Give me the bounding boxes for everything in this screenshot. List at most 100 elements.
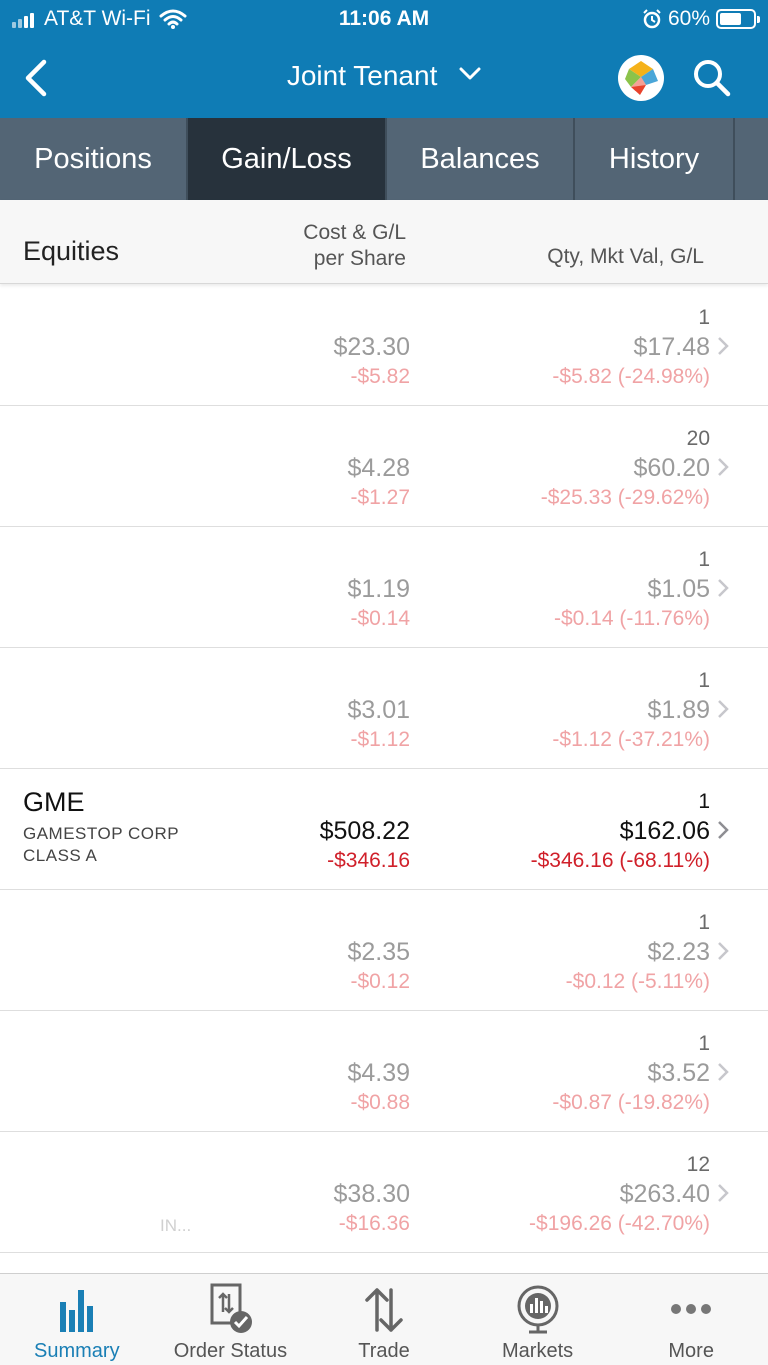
- quantity: 1: [698, 1032, 710, 1055]
- total-gain-loss: -$0.14 (-11.76%): [553, 607, 710, 630]
- app-header: Joint Tenant: [0, 38, 768, 118]
- chevron-right-icon: [718, 821, 729, 839]
- market-value: $2.23: [647, 938, 710, 966]
- market-value: $60.20: [633, 454, 710, 482]
- search-button[interactable]: [690, 56, 734, 100]
- column-header: Equities Cost & G/L per Share Qty, Mkt V…: [0, 200, 768, 284]
- cost-column-header: Cost & G/L per Share: [303, 220, 406, 272]
- total-gain-loss: -$0.87 (-19.82%): [552, 1091, 710, 1114]
- account-title: Joint Tenant: [286, 60, 438, 91]
- total-gain-loss: -$5.82 (-24.98%): [552, 365, 710, 388]
- position-row[interactable]: IN... $38.30 -$16.36 12 $263.40 -$196.26…: [0, 1132, 768, 1253]
- gl-per-share: -$16.36: [338, 1212, 410, 1235]
- search-icon: [694, 60, 731, 97]
- total-gain-loss: -$0.12 (-5.11%): [565, 970, 710, 993]
- chevron-down-icon: [459, 67, 481, 80]
- gl-per-share: -$0.14: [350, 607, 410, 630]
- gl-per-share: -$5.82: [350, 365, 410, 388]
- description-line1: GAMESTOP CORP: [23, 824, 180, 843]
- position-description: GAMESTOP CORP CLASS A: [23, 823, 223, 867]
- cost-per-share: $1.19: [347, 575, 410, 603]
- order-status-icon: [210, 1283, 253, 1333]
- status-bar: AT&T Wi-Fi 11:06 AM 60%: [0, 0, 768, 38]
- total-gain-loss: -$196.26 (-42.70%): [529, 1212, 710, 1235]
- description-line2: CLASS A: [23, 846, 98, 865]
- nav-trade[interactable]: Trade: [307, 1274, 461, 1365]
- tab-label: Positions: [34, 142, 152, 175]
- nav-label: More: [668, 1340, 714, 1362]
- quantity: 20: [686, 427, 710, 450]
- position-row[interactable]: $1.19 -$0.14 1 $1.05 -$0.14 (-11.76%): [0, 527, 768, 648]
- cost-per-share: $508.22: [319, 817, 410, 845]
- nav-order-status[interactable]: Order Status: [154, 1274, 308, 1365]
- quantity: 12: [686, 1153, 710, 1176]
- more-dots-icon: [671, 1304, 712, 1314]
- account-tabs: Positions Gain/Loss Balances History: [0, 118, 768, 200]
- total-gain-loss: -$1.12 (-37.21%): [552, 728, 710, 751]
- chevron-right-icon: [718, 700, 729, 718]
- cost-per-share: $23.30: [333, 333, 410, 361]
- quantity: 1: [698, 548, 710, 571]
- position-row[interactable]: $4.39 -$0.88 1 $3.52 -$0.87 (-19.82%): [0, 1011, 768, 1132]
- chevron-right-icon: [718, 1184, 729, 1202]
- gl-per-share: -$0.88: [350, 1091, 410, 1114]
- tab-history[interactable]: History: [575, 118, 735, 200]
- nav-label: Markets: [502, 1340, 574, 1362]
- bottom-nav: Summary Order Status Trade Markets More: [0, 1273, 768, 1365]
- quantity: 1: [698, 790, 710, 813]
- tab-label: Balances: [420, 142, 540, 175]
- chevron-right-icon: [718, 579, 729, 597]
- cost-per-share: $3.01: [347, 696, 410, 724]
- market-value: $1.89: [647, 696, 710, 724]
- quantity: 1: [698, 306, 710, 329]
- position-row[interactable]: $3.01 -$1.12 1 $1.89 -$1.12 (-37.21%): [0, 648, 768, 769]
- position-row[interactable]: $4.28 -$1.27 20 $60.20 -$25.33 (-29.62%): [0, 406, 768, 527]
- market-value: $263.40: [619, 1180, 710, 1208]
- nav-label: Trade: [358, 1340, 410, 1362]
- quantity: 1: [698, 669, 710, 692]
- nav-summary[interactable]: Summary: [0, 1274, 154, 1365]
- tab-positions[interactable]: Positions: [0, 118, 188, 200]
- nav-label: Order Status: [173, 1340, 288, 1362]
- brand-logo-button[interactable]: [618, 55, 664, 101]
- section-title: Equities: [23, 236, 120, 266]
- cost-per-share: $4.28: [347, 454, 410, 482]
- market-value: $162.06: [619, 817, 710, 845]
- chevron-right-icon: [718, 458, 729, 476]
- chevron-right-icon: [718, 942, 729, 960]
- position-row[interactable]: $2.35 -$0.12 1 $2.23 -$0.12 (-5.11%): [0, 890, 768, 1011]
- tab-label: Gain/Loss: [221, 142, 352, 175]
- trade-arrows-icon: [365, 1288, 403, 1332]
- status-right: 60%: [642, 7, 760, 31]
- cost-header-line2: per Share: [313, 247, 406, 270]
- positions-list: $23.30 -$5.82 1 $17.48 -$5.82 (-24.98%) …: [0, 285, 768, 1253]
- gl-per-share: -$1.12: [350, 728, 410, 751]
- battery-icon: [716, 9, 760, 29]
- nav-more[interactable]: More: [614, 1274, 768, 1365]
- tab-gain-loss[interactable]: Gain/Loss: [188, 118, 387, 200]
- truncated-description: IN...: [160, 1216, 192, 1235]
- bar-chart-icon: [59, 1290, 93, 1332]
- gl-per-share: -$0.12: [350, 970, 410, 993]
- chevron-right-icon: [718, 1063, 729, 1081]
- quantity: 1: [698, 911, 710, 934]
- cost-per-share: $4.39: [347, 1059, 410, 1087]
- market-value: $3.52: [647, 1059, 710, 1087]
- qty-column-header: Qty, Mkt Val, G/L: [547, 245, 704, 268]
- cost-per-share: $38.30: [333, 1180, 410, 1208]
- alarm-icon: [643, 9, 661, 29]
- gl-per-share: -$1.27: [350, 486, 410, 509]
- nav-markets[interactable]: Markets: [461, 1274, 615, 1365]
- gl-per-share: -$346.16: [327, 849, 410, 872]
- tab-label: History: [608, 142, 700, 175]
- tab-overflow[interactable]: [735, 118, 768, 200]
- position-row[interactable]: $23.30 -$5.82 1 $17.48 -$5.82 (-24.98%): [0, 285, 768, 406]
- brand-logo-icon: [625, 61, 658, 95]
- cost-header-line1: Cost & G/L: [303, 221, 406, 244]
- total-gain-loss: -$346.16 (-68.11%): [530, 849, 710, 872]
- cost-per-share: $2.35: [347, 938, 410, 966]
- position-symbol: GME: [23, 787, 85, 817]
- market-value: $17.48: [633, 333, 710, 361]
- tab-balances[interactable]: Balances: [387, 118, 575, 200]
- position-row-gme[interactable]: GME GAMESTOP CORP CLASS A $508.22 -$346.…: [0, 769, 768, 890]
